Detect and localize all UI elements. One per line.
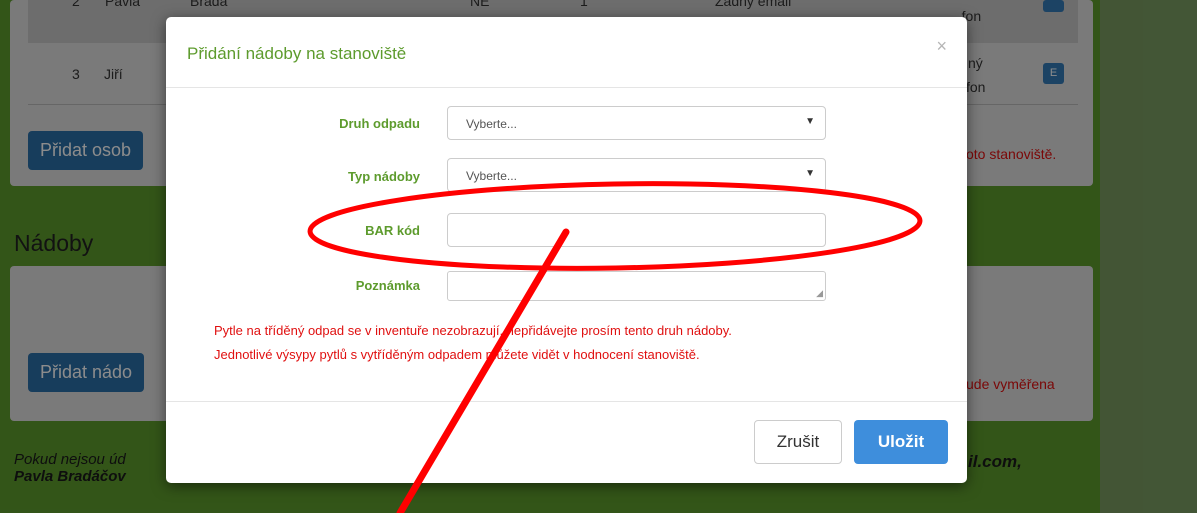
note-label: Poznámka [355, 278, 420, 293]
warning-line-1: Pytle na tříděný odpad se v inventuře ne… [214, 323, 732, 338]
chevron-down-icon: ▼ [805, 168, 815, 179]
close-icon[interactable]: × [936, 36, 947, 57]
waste-type-label: Druh odpadu [339, 116, 420, 131]
add-container-modal: Přidání nádoby na stanoviště × Druh odpa… [166, 17, 967, 483]
container-type-select[interactable]: Vyberte... ▼ [447, 158, 826, 192]
note-textarea[interactable]: ◢ [447, 271, 826, 301]
barcode-input[interactable] [447, 213, 826, 247]
container-type-label: Typ nádoby [348, 169, 420, 184]
waste-type-value: Vyberte... [466, 117, 517, 131]
chevron-down-icon: ▼ [805, 116, 815, 127]
modal-title: Přidání nádoby na stanoviště [187, 44, 407, 63]
cancel-button[interactable]: Zrušit [754, 420, 842, 464]
resize-grip-icon[interactable]: ◢ [816, 288, 823, 299]
container-type-value: Vyberte... [466, 169, 517, 183]
waste-type-select[interactable]: Vyberte... ▼ [447, 106, 826, 140]
barcode-label: BAR kód [365, 223, 420, 238]
modal-footer-divider [166, 401, 967, 402]
modal-header: Přidání nádoby na stanoviště × [166, 17, 967, 88]
save-button[interactable]: Uložit [854, 420, 948, 464]
warning-line-2: Jednotlivé výsypy pytlů s vytříděným odp… [214, 347, 700, 362]
